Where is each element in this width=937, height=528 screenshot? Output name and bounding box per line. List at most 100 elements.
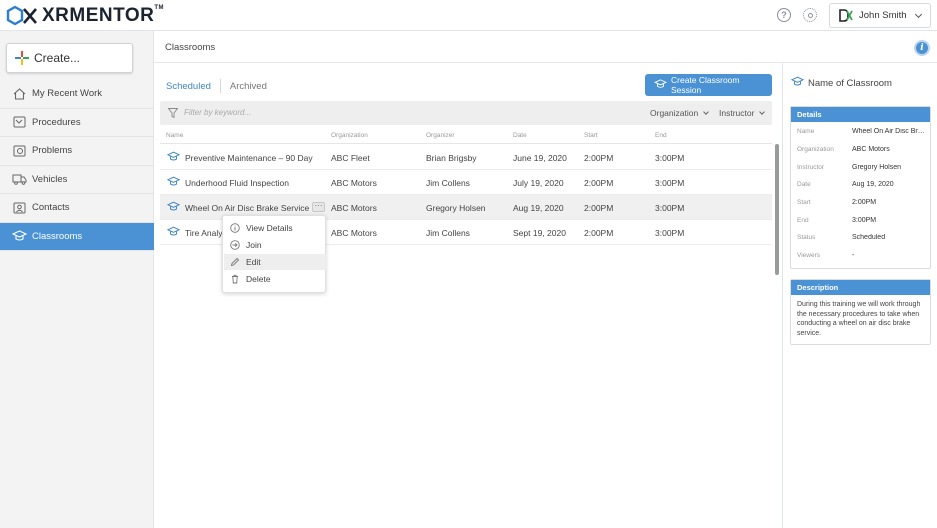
tab-archived[interactable]: Archived xyxy=(230,81,267,92)
row-name: Underhood Fluid Inspection xyxy=(185,178,289,188)
chevron-down-icon xyxy=(759,109,766,115)
sidebar-item-problems[interactable]: Problems xyxy=(0,137,154,166)
panel-title: Name of Classroom xyxy=(790,76,892,90)
sidebar-item-label: My Recent Work xyxy=(32,88,103,100)
graduation-cap-icon xyxy=(166,151,181,164)
create-label: Create... xyxy=(34,51,81,65)
menu-item-edit[interactable]: Edit xyxy=(224,254,326,270)
user-menu-button[interactable]: John Smith xyxy=(829,3,931,28)
create-session-label: Create Classroom Session xyxy=(671,75,740,95)
panel-title-text: Name of Classroom xyxy=(808,77,892,89)
description-card-header: Description xyxy=(791,280,930,295)
pencil-icon xyxy=(230,257,240,267)
graduation-cap-icon xyxy=(166,176,181,189)
detail-value: - xyxy=(852,252,855,259)
row-end: 3:00PM xyxy=(655,228,685,238)
view-tabs: Scheduled Archived xyxy=(166,79,267,93)
sidebar-item-procedures[interactable]: Procedures xyxy=(0,109,154,137)
row-more-button[interactable]: ··· xyxy=(312,202,325,212)
column-header-name[interactable]: Name xyxy=(166,132,183,139)
detail-value: Scheduled xyxy=(852,234,886,241)
row-start: 2:00PM xyxy=(584,228,614,238)
column-header-organizer[interactable]: Organizer xyxy=(426,132,455,139)
join-icon xyxy=(230,240,240,250)
row-organizer: Jim Collens xyxy=(426,178,470,188)
filter-icon xyxy=(167,108,179,120)
detail-label: Start xyxy=(797,199,811,206)
detail-label: Name xyxy=(797,128,815,135)
detail-label: Instructor xyxy=(797,164,825,171)
chevron-down-icon xyxy=(703,109,710,115)
detail-label: Viewers xyxy=(797,252,821,259)
graduation-cap-icon xyxy=(12,230,27,243)
xrmentor-logo-icon xyxy=(6,5,37,26)
contact-card-icon xyxy=(12,201,27,214)
sidebar-item-label: Contacts xyxy=(32,202,70,214)
menu-item-view-details[interactable]: View Details xyxy=(224,220,326,236)
row-start: 2:00PM xyxy=(584,203,614,213)
row-organization: ABC Fleet xyxy=(331,153,370,163)
plus-icon xyxy=(15,51,29,65)
column-header-organization[interactable]: Organization xyxy=(331,132,368,139)
organization-dropdown-label: Organization xyxy=(650,108,699,118)
user-name: John Smith xyxy=(859,10,907,21)
truck-icon xyxy=(12,173,27,186)
sidebar-item-contacts[interactable]: Contacts xyxy=(0,194,154,223)
instructor-dropdown[interactable]: Instructor xyxy=(719,108,766,118)
row-organizer: Brian Brigsby xyxy=(426,153,477,163)
filter-input[interactable]: Filter by keyword... xyxy=(184,108,251,117)
row-organization: ABC Motors xyxy=(331,203,377,213)
app-logo[interactable]: XRMENTORTM xyxy=(6,5,164,27)
detail-value: 3:00PM xyxy=(852,217,877,224)
sidebar-item-classrooms[interactable]: Classrooms xyxy=(0,222,154,251)
row-date: June 19, 2020 xyxy=(513,153,567,163)
graduation-cap-icon xyxy=(166,201,181,214)
menu-item-label: Edit xyxy=(246,257,261,267)
sidebar-item-label: Classrooms xyxy=(32,230,83,242)
logo-text: XRMENTORTM xyxy=(42,5,165,26)
table-header: Name Organization Organizer Date Start E… xyxy=(160,128,772,144)
sidebar-item-my-recent-work[interactable]: My Recent Work xyxy=(0,80,154,109)
sidebar-item-label: Problems xyxy=(32,145,73,157)
create-classroom-session-button[interactable]: Create Classroom Session xyxy=(645,74,772,96)
detail-label: Status xyxy=(797,234,816,241)
row-date: Aug 19, 2020 xyxy=(513,203,564,213)
row-end: 3:00PM xyxy=(655,153,685,163)
row-organizer: Jim Collens xyxy=(426,228,470,238)
chevron-down-icon xyxy=(914,10,923,19)
top-bar: XRMENTORTM ? John Smith xyxy=(0,0,937,31)
sidebar-item-label: Vehicles xyxy=(32,173,68,185)
description-card: Description During this training we will… xyxy=(790,279,931,345)
sidebar-item-label: Procedures xyxy=(32,116,81,128)
organization-dropdown[interactable]: Organization xyxy=(650,108,710,118)
row-end: 3:00PM xyxy=(655,178,685,188)
column-header-end[interactable]: End xyxy=(655,132,667,139)
info-icon xyxy=(230,223,240,233)
tab-divider xyxy=(219,79,221,93)
table-row[interactable]: Preventive Maintenance – 90 Day ABC Flee… xyxy=(160,145,772,170)
menu-item-delete[interactable]: Delete xyxy=(224,271,326,287)
create-button[interactable]: Create... xyxy=(6,43,133,73)
detail-label: Date xyxy=(797,181,811,188)
info-icon[interactable]: i xyxy=(914,40,930,56)
detail-value: Gregory Holsen xyxy=(852,164,902,171)
description-text: During this training we will work throug… xyxy=(797,301,921,337)
row-organization: ABC Motors xyxy=(331,228,377,238)
table-row[interactable]: Underhood Fluid Inspection ABC Motors Ji… xyxy=(160,170,772,195)
tab-scheduled[interactable]: Scheduled xyxy=(166,81,211,92)
row-name: Preventive Maintenance – 90 Day xyxy=(185,153,313,163)
help-icon[interactable]: ? xyxy=(777,8,791,22)
row-context-menu: View Details Join Edit Delete xyxy=(222,215,326,293)
table-scrollbar[interactable] xyxy=(775,144,779,275)
detail-value: ABC Motors xyxy=(852,146,890,153)
row-organizer: Gregory Holsen xyxy=(426,203,486,213)
gear-icon[interactable] xyxy=(803,8,817,22)
column-header-start[interactable]: Start xyxy=(584,132,598,139)
sidebar-item-vehicles[interactable]: Vehicles xyxy=(0,166,154,194)
home-icon xyxy=(12,87,27,100)
menu-item-join[interactable]: Join xyxy=(224,237,326,253)
filter-bar: Filter by keyword... Organization Instru… xyxy=(160,101,772,125)
sidebar-nav: My Recent Work Procedures Problems Vehic… xyxy=(0,80,154,251)
column-header-date[interactable]: Date xyxy=(513,132,527,139)
row-name: Wheel On Air Disc Brake Service xyxy=(185,203,310,213)
